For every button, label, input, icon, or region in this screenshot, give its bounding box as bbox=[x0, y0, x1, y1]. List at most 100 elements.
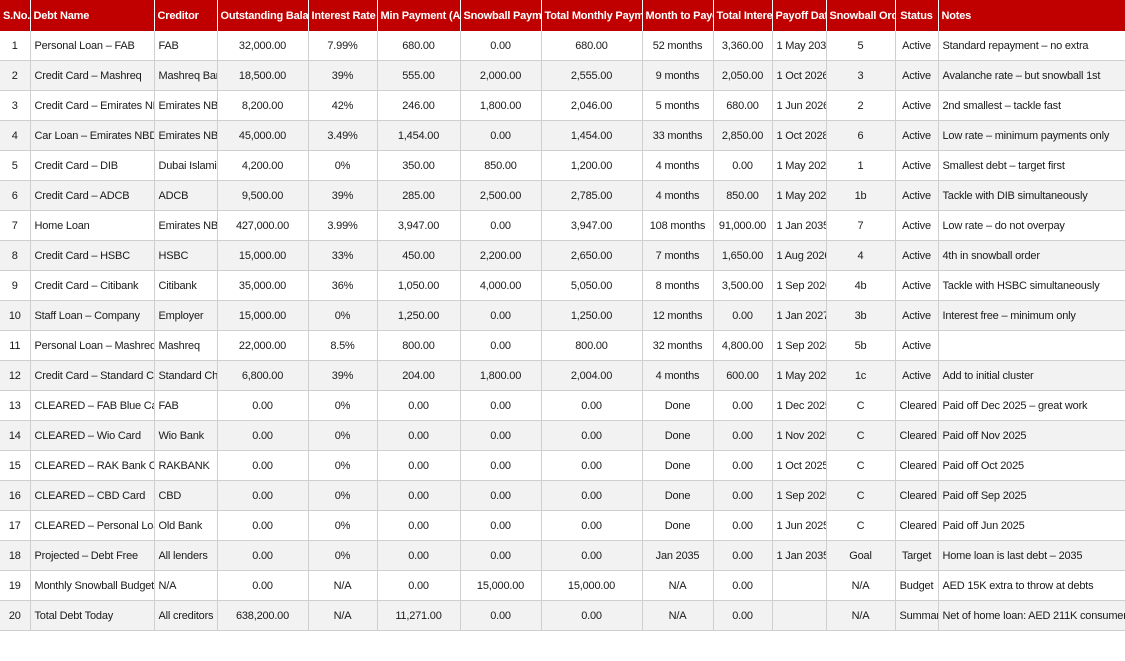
cell-status[interactable]: Active bbox=[895, 180, 939, 211]
cell-status[interactable]: Active bbox=[895, 330, 939, 361]
cell-interest-rate[interactable]: 39% bbox=[308, 60, 378, 91]
cell-interest-rate[interactable]: 39% bbox=[308, 360, 378, 391]
cell-sno[interactable]: 4 bbox=[0, 120, 31, 151]
cell-status[interactable]: Active bbox=[895, 60, 939, 91]
cell-total-interest[interactable]: 4,800.00 bbox=[713, 330, 773, 361]
cell-month-to-payoff[interactable]: 32 months bbox=[642, 330, 714, 361]
cell-sno[interactable]: 13 bbox=[0, 390, 31, 421]
cell-total-interest[interactable]: 0.00 bbox=[713, 390, 773, 421]
cell-debt-name[interactable]: CLEARED – RAK Bank Card bbox=[30, 450, 155, 481]
cell-snowball-payment[interactable]: 15,000.00 bbox=[460, 570, 542, 601]
header-interest-rate[interactable]: Interest Rate % bbox=[308, 0, 378, 31]
cell-snowball-payment[interactable]: 0.00 bbox=[460, 210, 542, 241]
cell-snowball-order[interactable]: 1c bbox=[826, 360, 896, 391]
cell-month-to-payoff[interactable]: 108 months bbox=[642, 210, 714, 241]
header-creditor[interactable]: Creditor bbox=[154, 0, 218, 31]
cell-notes[interactable]: Home loan is last debt – 2035 bbox=[938, 540, 1125, 571]
cell-notes[interactable]: AED 15K extra to throw at debts bbox=[938, 570, 1125, 601]
cell-notes[interactable]: Tackle with HSBC simultaneously bbox=[938, 270, 1125, 301]
cell-total-interest[interactable]: 2,850.00 bbox=[713, 120, 773, 151]
cell-outstanding-balance[interactable]: 0.00 bbox=[217, 570, 309, 601]
cell-outstanding-balance[interactable]: 35,000.00 bbox=[217, 270, 309, 301]
cell-sno[interactable]: 19 bbox=[0, 570, 31, 601]
cell-payoff-date[interactable]: 1 Sep 2026 bbox=[772, 270, 827, 301]
cell-debt-name[interactable]: Credit Card – ADCB bbox=[30, 180, 155, 211]
cell-min-payment[interactable]: 0.00 bbox=[377, 420, 461, 451]
cell-min-payment[interactable]: 285.00 bbox=[377, 180, 461, 211]
cell-outstanding-balance[interactable]: 427,000.00 bbox=[217, 210, 309, 241]
cell-status[interactable]: Active bbox=[895, 150, 939, 181]
cell-notes[interactable]: 4th in snowball order bbox=[938, 240, 1125, 271]
cell-sno[interactable]: 6 bbox=[0, 180, 31, 211]
cell-total-interest[interactable]: 91,000.00 bbox=[713, 210, 773, 241]
cell-total-monthly-payment[interactable]: 0.00 bbox=[541, 450, 643, 481]
cell-snowball-order[interactable]: 3 bbox=[826, 60, 896, 91]
cell-debt-name[interactable]: Credit Card – Mashreq bbox=[30, 60, 155, 91]
cell-outstanding-balance[interactable]: 0.00 bbox=[217, 450, 309, 481]
cell-total-interest[interactable]: 0.00 bbox=[713, 420, 773, 451]
cell-interest-rate[interactable]: 0% bbox=[308, 420, 378, 451]
cell-interest-rate[interactable]: 0% bbox=[308, 150, 378, 181]
cell-snowball-payment[interactable]: 0.00 bbox=[460, 420, 542, 451]
cell-outstanding-balance[interactable]: 0.00 bbox=[217, 390, 309, 421]
cell-payoff-date[interactable]: 1 Sep 2028 bbox=[772, 330, 827, 361]
cell-min-payment[interactable]: 555.00 bbox=[377, 60, 461, 91]
cell-total-interest[interactable]: 3,500.00 bbox=[713, 270, 773, 301]
header-notes[interactable]: Notes bbox=[938, 0, 1125, 31]
cell-payoff-date[interactable]: 1 Jun 2026 bbox=[772, 90, 827, 121]
cell-outstanding-balance[interactable]: 4,200.00 bbox=[217, 150, 309, 181]
cell-snowball-payment[interactable]: 0.00 bbox=[460, 300, 542, 331]
cell-month-to-payoff[interactable]: 7 months bbox=[642, 240, 714, 271]
cell-sno[interactable]: 14 bbox=[0, 420, 31, 451]
cell-payoff-date[interactable]: 1 Oct 2025 bbox=[772, 450, 827, 481]
cell-snowball-order[interactable]: C bbox=[826, 510, 896, 541]
cell-total-monthly-payment[interactable]: 0.00 bbox=[541, 390, 643, 421]
cell-month-to-payoff[interactable]: Jan 2035 bbox=[642, 540, 714, 571]
cell-month-to-payoff[interactable]: Done bbox=[642, 480, 714, 511]
cell-month-to-payoff[interactable]: N/A bbox=[642, 600, 714, 631]
cell-total-interest[interactable]: 0.00 bbox=[713, 540, 773, 571]
cell-debt-name[interactable]: Credit Card – Citibank bbox=[30, 270, 155, 301]
cell-min-payment[interactable]: 450.00 bbox=[377, 240, 461, 271]
cell-notes[interactable]: Interest free – minimum only bbox=[938, 300, 1125, 331]
header-debt-name[interactable]: Debt Name bbox=[30, 0, 155, 31]
cell-payoff-date[interactable]: 1 Jan 2027 bbox=[772, 300, 827, 331]
cell-total-monthly-payment[interactable]: 680.00 bbox=[541, 31, 643, 61]
cell-snowball-order[interactable]: 4b bbox=[826, 270, 896, 301]
cell-interest-rate[interactable]: 8.5% bbox=[308, 330, 378, 361]
cell-month-to-payoff[interactable]: 33 months bbox=[642, 120, 714, 151]
header-month-to-payoff[interactable]: Month to Payoff bbox=[642, 0, 714, 31]
cell-total-interest[interactable]: 2,050.00 bbox=[713, 60, 773, 91]
cell-total-monthly-payment[interactable]: 1,200.00 bbox=[541, 150, 643, 181]
cell-status[interactable]: Active bbox=[895, 210, 939, 241]
header-outstanding-balance[interactable]: Outstanding Balance bbox=[217, 0, 309, 31]
cell-min-payment[interactable]: 204.00 bbox=[377, 360, 461, 391]
cell-outstanding-balance[interactable]: 0.00 bbox=[217, 540, 309, 571]
cell-debt-name[interactable]: Credit Card – Emirates NBD bbox=[30, 90, 155, 121]
cell-total-monthly-payment[interactable]: 0.00 bbox=[541, 510, 643, 541]
cell-snowball-payment[interactable]: 1,800.00 bbox=[460, 90, 542, 121]
cell-snowball-order[interactable]: N/A bbox=[826, 600, 896, 631]
cell-creditor[interactable]: Employer bbox=[154, 300, 218, 331]
cell-total-monthly-payment[interactable]: 2,650.00 bbox=[541, 240, 643, 271]
cell-sno[interactable]: 2 bbox=[0, 60, 31, 91]
cell-payoff-date[interactable]: 1 May 2026 bbox=[772, 360, 827, 391]
cell-outstanding-balance[interactable]: 15,000.00 bbox=[217, 240, 309, 271]
cell-creditor[interactable]: CBD bbox=[154, 480, 218, 511]
cell-snowball-order[interactable]: 5b bbox=[826, 330, 896, 361]
cell-notes[interactable]: Low rate – do not overpay bbox=[938, 210, 1125, 241]
cell-status[interactable]: Cleared bbox=[895, 510, 939, 541]
cell-snowball-order[interactable]: Goal bbox=[826, 540, 896, 571]
cell-notes[interactable]: Tackle with DIB simultaneously bbox=[938, 180, 1125, 211]
cell-total-interest[interactable]: 680.00 bbox=[713, 90, 773, 121]
cell-status[interactable]: Cleared bbox=[895, 390, 939, 421]
header-snowball-payment[interactable]: Snowball Payment bbox=[460, 0, 542, 31]
cell-notes[interactable] bbox=[938, 330, 1125, 361]
cell-notes[interactable]: Net of home loan: AED 211K consumer debt bbox=[938, 600, 1125, 631]
cell-payoff-date[interactable]: 1 Jan 2035 bbox=[772, 540, 827, 571]
cell-outstanding-balance[interactable]: 638,200.00 bbox=[217, 600, 309, 631]
cell-sno[interactable]: 3 bbox=[0, 90, 31, 121]
cell-creditor[interactable]: RAKBANK bbox=[154, 450, 218, 481]
cell-creditor[interactable]: All creditors bbox=[154, 600, 218, 631]
cell-total-monthly-payment[interactable]: 2,046.00 bbox=[541, 90, 643, 121]
